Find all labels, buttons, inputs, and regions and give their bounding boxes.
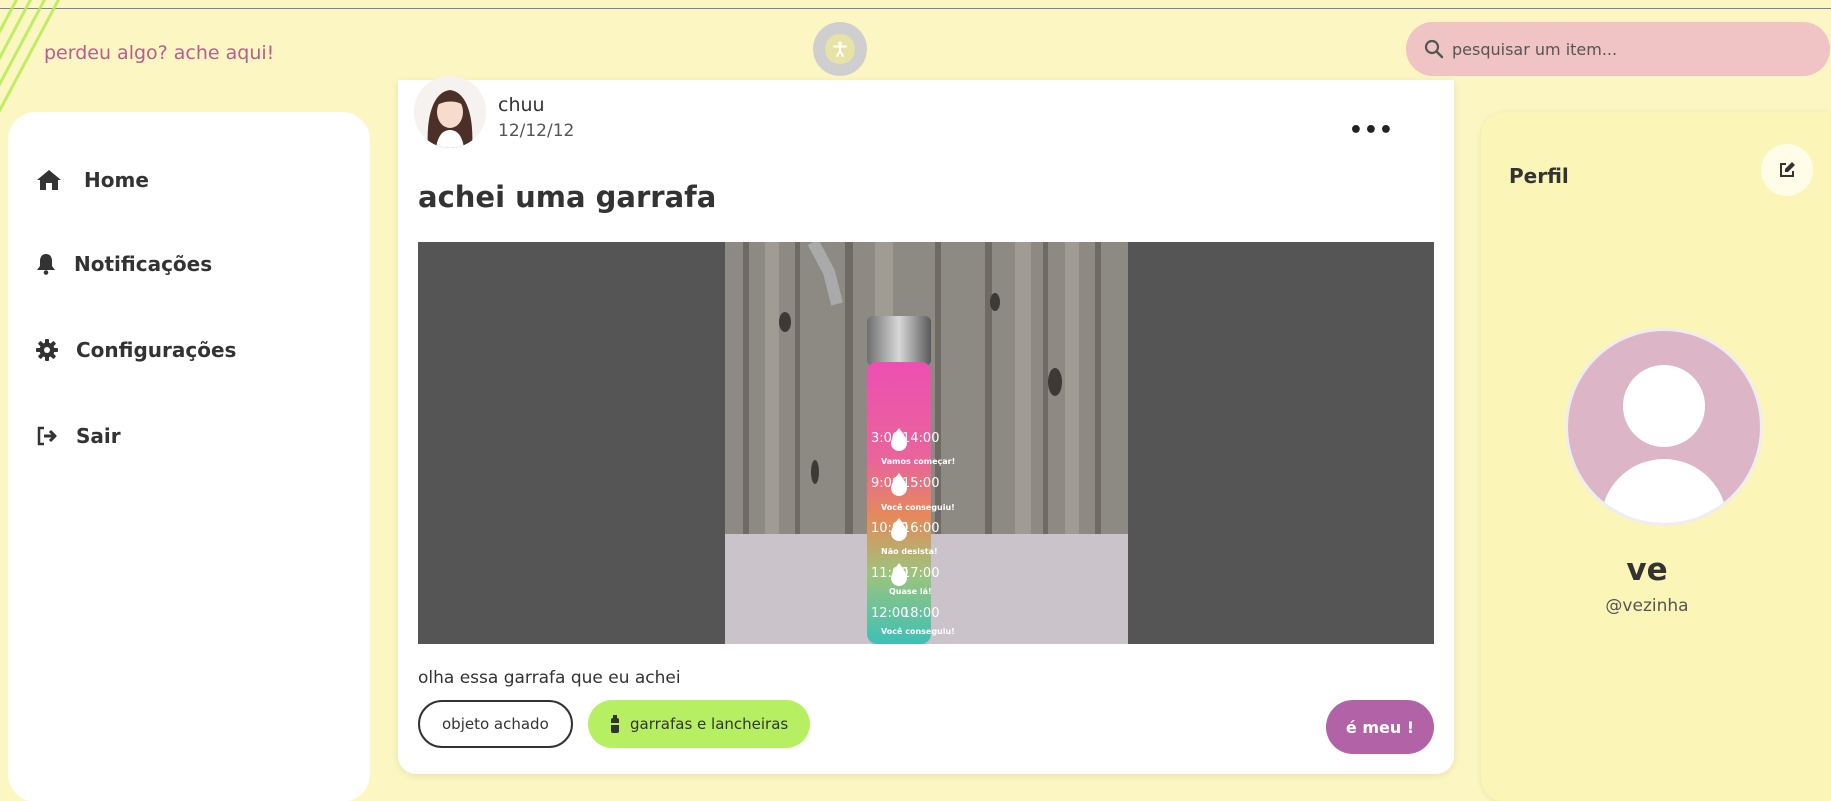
- accessibility-icon: [825, 34, 855, 64]
- svg-text:Vamos começar!: Vamos começar!: [881, 457, 955, 466]
- post-author[interactable]: chuu: [498, 94, 545, 116]
- sidebar-item-notifications[interactable]: Notificações: [36, 252, 212, 276]
- profile-panel: Perfil ve @vezinha: [1481, 112, 1831, 801]
- post-description: olha essa garrafa que eu achei: [418, 668, 681, 688]
- bell-icon: [37, 254, 55, 275]
- home-icon: [37, 170, 61, 190]
- svg-text:17:00: 17:00: [902, 566, 939, 581]
- sidebar-item-label: Notificações: [74, 252, 213, 276]
- sidebar-item-label: Sair: [76, 424, 121, 448]
- avatar-head: [1623, 365, 1705, 447]
- sidebar-item-settings[interactable]: Configurações: [36, 338, 236, 362]
- svg-text:18:00: 18:00: [902, 606, 939, 621]
- brand-tagline[interactable]: perdeu algo? ache aqui!: [44, 42, 274, 64]
- profile-name: ve: [1626, 552, 1668, 588]
- sidebar-item-logout[interactable]: Sair: [36, 424, 121, 448]
- sidebar-item-home[interactable]: Home: [36, 168, 149, 192]
- post-image[interactable]: 3:00 14:00 9:00 15:00 10:00 16:00 11:00 17:0…: [418, 242, 1434, 644]
- profile-title: Perfil: [1509, 164, 1569, 188]
- accessibility-button[interactable]: [813, 22, 867, 76]
- svg-text:Você conseguiu!: Você conseguiu!: [881, 626, 955, 636]
- svg-text:Não desista!: Não desista!: [881, 547, 938, 556]
- edit-icon: [1780, 162, 1795, 177]
- tag-label: objeto achado: [442, 715, 549, 733]
- bottle-photo: 3:00 14:00 9:00 15:00 10:0016:00 11:0017:0…: [725, 242, 1128, 644]
- claim-button[interactable]: é meu !: [1326, 700, 1434, 754]
- svg-text:15:00: 15:00: [902, 476, 939, 491]
- profile-avatar[interactable]: [1565, 328, 1763, 526]
- search-icon: [1424, 39, 1444, 59]
- sidebar: Home Notificações Configurações Sair: [8, 112, 370, 801]
- svg-text:14:00: 14:00: [902, 431, 939, 446]
- post-title: achei uma garrafa: [418, 180, 717, 214]
- search-input[interactable]: [1452, 39, 1792, 59]
- svg-text:16:00: 16:00: [902, 521, 939, 536]
- search-bar[interactable]: [1406, 22, 1830, 76]
- svg-text:Quase lá!: Quase lá!: [889, 587, 932, 596]
- svg-text:Você conseguiu!: Você conseguiu!: [881, 502, 955, 512]
- edit-profile-button[interactable]: [1761, 144, 1813, 196]
- bottle-icon: [611, 715, 619, 733]
- sidebar-item-label: Home: [84, 168, 149, 192]
- post-date: 12/12/12: [498, 121, 575, 141]
- more-options-icon[interactable]: •••: [1349, 118, 1394, 143]
- tag-label: garrafas e lancheiras: [630, 715, 789, 733]
- post-card: chuu 12/12/12 ••• achei uma garrafa 3:00…: [398, 76, 1454, 774]
- sidebar-item-label: Configurações: [76, 338, 237, 362]
- tag-found-object[interactable]: objeto achado: [418, 700, 573, 748]
- top-border: [0, 0, 1831, 9]
- tag-category[interactable]: garrafas e lancheiras: [588, 700, 811, 748]
- profile-handle: @vezinha: [1605, 596, 1689, 616]
- avatar-body: [1601, 459, 1727, 523]
- sign-out-icon: [37, 426, 57, 446]
- gear-icon: [36, 339, 58, 361]
- author-avatar[interactable]: [414, 76, 486, 148]
